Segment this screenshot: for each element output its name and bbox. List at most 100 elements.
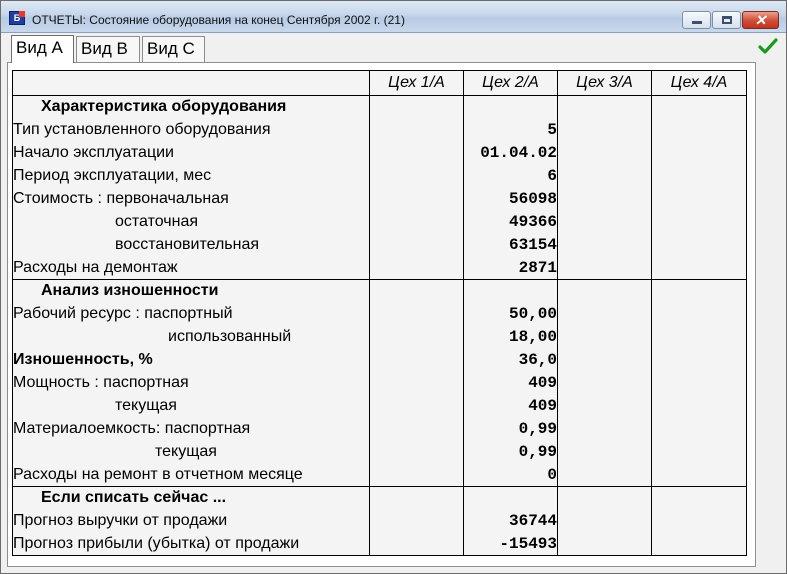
table-cell[interactable] <box>557 95 652 119</box>
table-cell[interactable] <box>557 532 652 556</box>
table-cell[interactable] <box>557 440 652 464</box>
minimize-button[interactable] <box>682 11 711 29</box>
table-cell[interactable] <box>557 279 652 303</box>
table-cell[interactable] <box>557 187 652 211</box>
table-cell[interactable] <box>369 348 464 372</box>
table-cell[interactable] <box>557 394 652 418</box>
tab-view-a[interactable]: Вид А <box>11 35 74 63</box>
table-cell[interactable] <box>557 141 652 165</box>
table-cell[interactable]: 63154 <box>463 233 558 257</box>
table-cell[interactable] <box>651 118 747 142</box>
table-cell[interactable] <box>369 210 464 234</box>
tab-view-b[interactable]: Вид В <box>76 36 140 62</box>
table-cell[interactable]: 56098 <box>463 187 558 211</box>
table-cell[interactable] <box>369 256 464 280</box>
tab-view-c[interactable]: Вид С <box>142 36 205 62</box>
table-cell[interactable] <box>557 118 652 142</box>
table-cell[interactable] <box>651 233 747 257</box>
title-bar[interactable]: Б ОТЧЕТЫ: Состояние оборудования на коне… <box>1 1 786 33</box>
table-cell[interactable]: -15493 <box>463 532 558 556</box>
table-row: Стоимость : первоначальная 56098 <box>12 187 747 211</box>
table-cell[interactable] <box>557 164 652 188</box>
table-cell[interactable] <box>651 486 747 510</box>
table-cell[interactable] <box>369 95 464 119</box>
row-label: Изношенность, % <box>12 348 370 372</box>
table-cell[interactable]: 2871 <box>463 256 558 280</box>
report-window: Б ОТЧЕТЫ: Состояние оборудования на коне… <box>0 0 787 574</box>
table-cell[interactable] <box>369 532 464 556</box>
table-cell[interactable] <box>557 210 652 234</box>
table-cell[interactable] <box>651 210 747 234</box>
table-cell[interactable] <box>557 302 652 326</box>
table-cell[interactable] <box>557 256 652 280</box>
table-cell[interactable] <box>651 348 747 372</box>
table-cell[interactable] <box>557 463 652 487</box>
table-cell[interactable] <box>651 187 747 211</box>
table-cell[interactable] <box>463 279 558 303</box>
check-icon[interactable] <box>758 37 778 55</box>
table-cell[interactable] <box>651 371 747 395</box>
table-cell[interactable] <box>463 486 558 510</box>
table-cell[interactable]: 0 <box>463 463 558 487</box>
table-cell[interactable] <box>369 141 464 165</box>
table-cell[interactable] <box>369 302 464 326</box>
table-cell[interactable]: 36744 <box>463 509 558 533</box>
table-cell[interactable] <box>651 302 747 326</box>
table-cell[interactable] <box>369 325 464 349</box>
maximize-button[interactable] <box>712 11 741 29</box>
table-cell[interactable] <box>369 233 464 257</box>
table-cell[interactable] <box>651 141 747 165</box>
table-cell[interactable] <box>369 440 464 464</box>
table-cell[interactable] <box>369 394 464 418</box>
table-cell[interactable] <box>651 509 747 533</box>
table-cell[interactable] <box>463 95 558 119</box>
table-cell[interactable]: 409 <box>463 394 558 418</box>
table-cell[interactable] <box>651 256 747 280</box>
table-cell[interactable] <box>369 486 464 510</box>
table-cell[interactable] <box>369 187 464 211</box>
table-cell[interactable]: 0,99 <box>463 417 558 441</box>
table-cell[interactable] <box>651 417 747 441</box>
table-cell[interactable] <box>557 233 652 257</box>
row-label: Материалоемкость: паспортная <box>12 417 370 441</box>
equipment-report-table: Цех 1/А Цех 2/А Цех 3/А Цех 4/А Характер… <box>12 70 747 556</box>
table-cell[interactable]: 409 <box>463 371 558 395</box>
table-cell[interactable] <box>651 463 747 487</box>
table-cell[interactable] <box>557 486 652 510</box>
table-cell[interactable] <box>557 371 652 395</box>
table-cell[interactable]: 50,00 <box>463 302 558 326</box>
table-cell[interactable]: 6 <box>463 164 558 188</box>
table-cell[interactable] <box>369 509 464 533</box>
table-cell[interactable] <box>651 532 747 556</box>
table-cell[interactable] <box>369 164 464 188</box>
table-cell[interactable] <box>651 394 747 418</box>
column-header-shop-2[interactable]: Цех 2/А <box>463 70 558 96</box>
table-cell[interactable] <box>557 417 652 441</box>
table-cell[interactable] <box>369 417 464 441</box>
table-cell[interactable]: 0,99 <box>463 440 558 464</box>
table-cell[interactable] <box>651 164 747 188</box>
column-header-shop-4[interactable]: Цех 4/А <box>651 70 747 96</box>
table-cell[interactable]: 49366 <box>463 210 558 234</box>
column-header-shop-1[interactable]: Цех 1/А <box>369 70 464 96</box>
table-cell[interactable] <box>557 325 652 349</box>
table-cell[interactable] <box>369 463 464 487</box>
table-cell[interactable]: 18,00 <box>463 325 558 349</box>
table-cell[interactable] <box>369 118 464 142</box>
table-cell[interactable] <box>651 279 747 303</box>
close-button[interactable]: ✕ <box>742 11 779 29</box>
table-cell[interactable]: 5 <box>463 118 558 142</box>
column-header-shop-3[interactable]: Цех 3/А <box>557 70 652 96</box>
table-cell[interactable]: 01.04.02 <box>463 141 558 165</box>
table-cell[interactable] <box>557 348 652 372</box>
minimize-icon <box>692 21 702 24</box>
app-icon[interactable]: Б <box>9 11 25 25</box>
table-cell[interactable] <box>651 95 747 119</box>
table-cell[interactable] <box>651 325 747 349</box>
table-cell[interactable]: 36,0 <box>463 348 558 372</box>
table-row: остаточная 49366 <box>12 210 747 234</box>
table-cell[interactable] <box>557 509 652 533</box>
table-cell[interactable] <box>369 279 464 303</box>
table-cell[interactable] <box>369 371 464 395</box>
table-cell[interactable] <box>651 440 747 464</box>
